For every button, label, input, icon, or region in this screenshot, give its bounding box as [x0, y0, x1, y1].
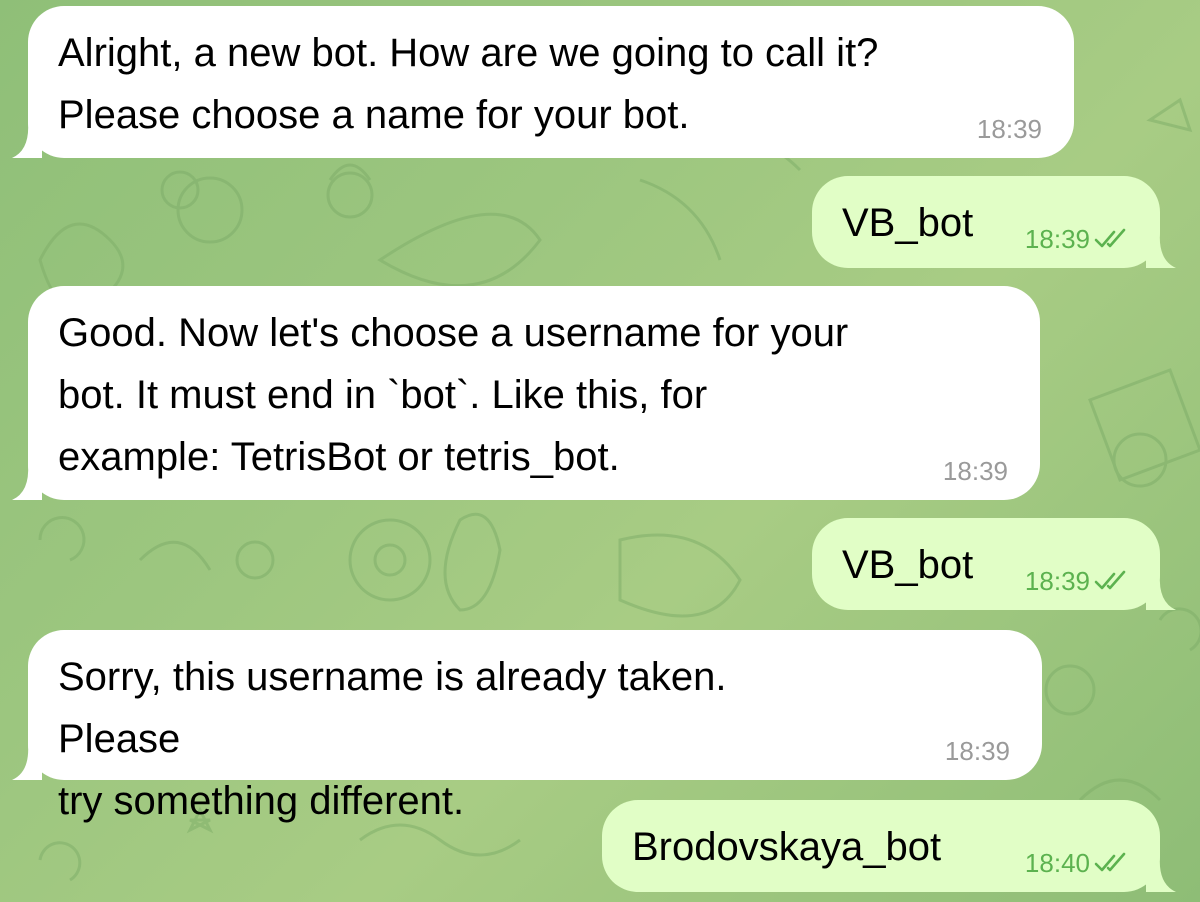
incoming-message[interactable]: Sorry, this username is already taken. P…: [12, 630, 1042, 823]
message-text: VB_bot: [842, 201, 974, 245]
double-check-icon: [1094, 228, 1126, 248]
incoming-message[interactable]: Good. Now let's choose a username for yo…: [12, 286, 1040, 500]
message-text: Good. Now let's choose a username for yo…: [58, 311, 849, 479]
message-meta: 18:39: [977, 114, 1042, 144]
incoming-message[interactable]: Alright, a new bot. How are we going to …: [12, 6, 1074, 158]
double-check-icon: [1094, 570, 1126, 590]
bubble-tail-icon: [1146, 574, 1176, 610]
message-text: VB_bot: [842, 543, 974, 587]
outgoing-message[interactable]: VB_bot 18:39: [812, 518, 1176, 610]
bubble-tail-icon: [1146, 232, 1176, 268]
message-time: 18:40: [1024, 848, 1090, 878]
outgoing-message[interactable]: Brodovskaya_bot 18:40: [602, 800, 1176, 892]
bubble-tail-icon: [12, 464, 42, 500]
chat-message-list: Alright, a new bot. How are we going to …: [0, 0, 1200, 902]
message-time: 18:39: [944, 736, 1010, 766]
message-time: 18:39: [1024, 566, 1090, 596]
double-check-icon: [1094, 852, 1126, 872]
bubble-tail-icon: [1146, 856, 1176, 892]
message-text: Alright, a new bot. How are we going to …: [58, 31, 879, 137]
message-meta: 18:39: [1025, 224, 1128, 254]
message-time: 18:39: [1024, 224, 1090, 254]
message-meta: 18:39: [945, 736, 1010, 766]
message-meta: 18:39: [943, 456, 1008, 486]
message-text: Brodovskaya_bot: [632, 825, 942, 869]
outgoing-message[interactable]: VB_bot 18:39: [812, 176, 1176, 268]
message-meta: 18:39: [1025, 566, 1128, 596]
message-meta: 18:40: [1025, 848, 1128, 878]
message-time: 18:39: [976, 114, 1042, 144]
message-time: 18:39: [942, 456, 1008, 486]
bubble-tail-icon: [12, 122, 42, 158]
bubble-tail-icon: [12, 744, 42, 780]
